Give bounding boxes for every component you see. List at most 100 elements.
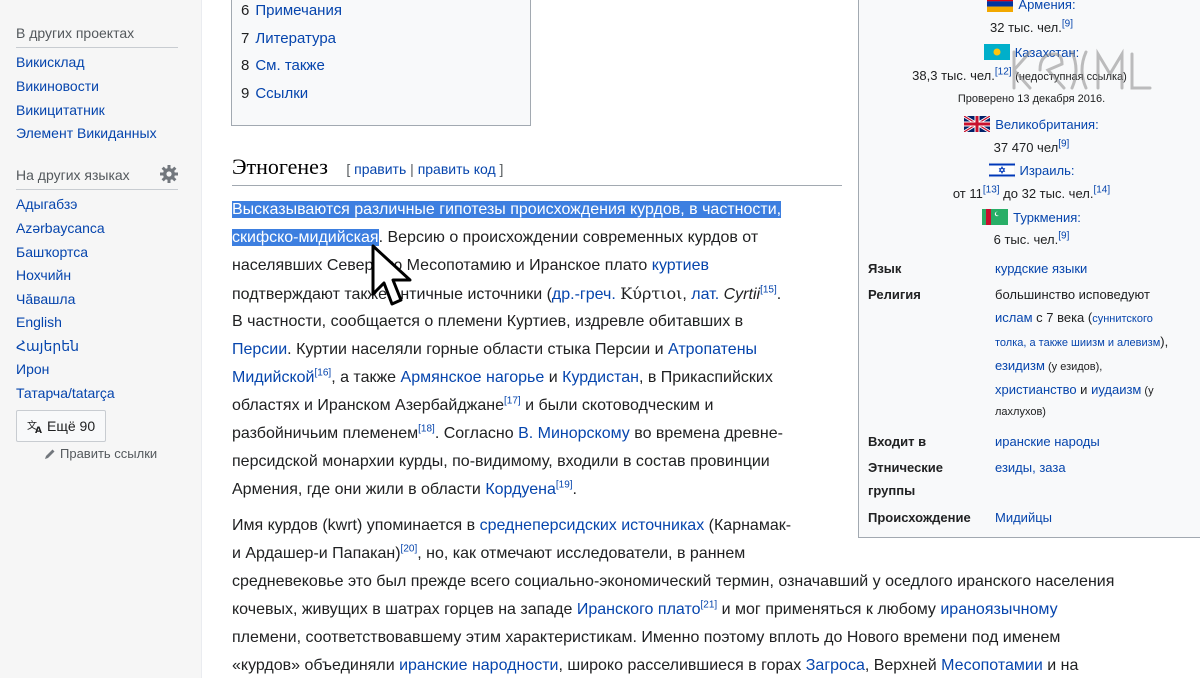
link-christianity[interactable]: христианство bbox=[995, 382, 1077, 397]
reference[interactable]: [13] bbox=[983, 185, 1000, 196]
infobox-row-turkmenistan: Туркмения: bbox=[859, 209, 1200, 225]
edit-source-link[interactable]: править код bbox=[418, 161, 496, 177]
link-ancient-greek[interactable]: др.-греч. bbox=[552, 286, 616, 303]
table-of-contents: 6 Примечания 7 Литература 8 См. также 9 Ссыл… bbox=[231, 0, 531, 126]
link-mesopotamia[interactable]: Месопотамии bbox=[941, 657, 1043, 674]
country-link[interactable]: Туркмения: bbox=[1013, 210, 1081, 225]
link-iranian-plateau[interactable]: Иранского плато bbox=[577, 601, 701, 618]
link-atropatene[interactable]: Атропатены bbox=[668, 341, 757, 358]
link-judaism[interactable]: иудаизм bbox=[1091, 382, 1141, 397]
projects-heading: В других проектах bbox=[16, 25, 135, 41]
translate-icon: 文 A bbox=[27, 419, 42, 434]
lang-link-ossetian[interactable]: Ирон bbox=[16, 361, 49, 377]
sidebar: В других проектах Викисклад Викиновости … bbox=[0, 0, 202, 678]
text-line: и Ардашер-и Папакан)[20], но, как отмеча… bbox=[232, 543, 746, 562]
lang-link-armenian[interactable]: Հայերեն bbox=[16, 338, 79, 355]
reference[interactable]: [9] bbox=[1058, 231, 1069, 242]
lang-link-chuvash[interactable]: Чăвашла bbox=[16, 291, 75, 307]
section-title: Этногенез bbox=[232, 154, 328, 179]
lang-link-english[interactable]: English bbox=[16, 314, 62, 330]
sidebar-link-commons[interactable]: Викисклад bbox=[16, 54, 85, 70]
infobox-value-religion: лахлухов) bbox=[995, 406, 1046, 418]
lang-link-azerbaijani[interactable]: Azərbaycanca bbox=[16, 220, 105, 236]
text-line: «курдов» объединяли иранские народности,… bbox=[232, 657, 1079, 674]
sidebar-link-wikinews[interactable]: Викиновости bbox=[16, 78, 99, 94]
pencil-icon bbox=[45, 449, 55, 459]
reference[interactable]: [14] bbox=[1093, 185, 1110, 196]
lang-link-bashkir[interactable]: Башҡортса bbox=[16, 244, 88, 260]
text-line: Высказываются различные гипотезы происхо… bbox=[232, 198, 782, 222]
infobox-value-language[interactable]: курдские языки bbox=[995, 261, 1087, 276]
toc-item[interactable]: 6 Примечания bbox=[241, 2, 342, 19]
reference[interactable]: [17] bbox=[504, 396, 521, 407]
lang-link-adyghe[interactable]: Адыгабзэ bbox=[16, 196, 77, 212]
text-line: средневековье это был прежде всего социа… bbox=[232, 573, 1115, 590]
toc-item[interactable]: 9 Ссылки bbox=[241, 85, 308, 102]
mouse-cursor-icon bbox=[371, 244, 412, 306]
link-minorsky[interactable]: В. Минорскому bbox=[518, 425, 630, 442]
link-iranian-speaking[interactable]: ираноязычному bbox=[940, 601, 1057, 618]
more-languages-button[interactable]: 文 A Ещё 90 bbox=[16, 410, 107, 442]
svg-text:A: A bbox=[35, 426, 42, 434]
sidebar-link-wikiquote[interactable]: Викицитатник bbox=[16, 102, 105, 118]
link-corduene[interactable]: Кордуена bbox=[485, 481, 556, 498]
link-middle-persian-sources[interactable]: среднеперсидских источниках bbox=[480, 517, 705, 534]
sidebar-divider bbox=[16, 189, 178, 190]
flag-israel-icon bbox=[988, 162, 1015, 178]
lang-link-tatar[interactable]: Татарча/tatarça bbox=[16, 385, 115, 401]
toc-item[interactable]: 7 Литература bbox=[241, 30, 336, 47]
infobox-label-ethnic: Этнические bbox=[868, 460, 944, 475]
edit-section-link[interactable]: править bbox=[354, 161, 406, 177]
reference[interactable]: [16] bbox=[315, 368, 332, 379]
infobox-count: от 11[13] до 32 тыс. чел.[14] bbox=[952, 184, 1111, 201]
link-kurdistan[interactable]: Курдистан bbox=[562, 369, 639, 386]
text-line: персидской монархии курды, по-видимому, … bbox=[232, 453, 770, 470]
more-languages-label: Ещё 90 bbox=[47, 418, 96, 434]
edit-links-label: Править ссылки bbox=[60, 446, 158, 461]
country-link[interactable]: Израиль: bbox=[1020, 163, 1075, 178]
infobox-label-part-of: Входит в bbox=[868, 434, 927, 449]
sidebar-link-wikidata[interactable]: Элемент Викиданных bbox=[16, 125, 157, 141]
flag-turkmenistan-icon bbox=[982, 209, 1009, 225]
watermark-logo-icon bbox=[1012, 48, 1152, 90]
reference[interactable]: [15] bbox=[760, 285, 777, 296]
reference[interactable]: [21] bbox=[701, 600, 718, 611]
infobox-count: 6 тыс. чел.[9] bbox=[993, 230, 1070, 247]
link-iranian-peoples[interactable]: иранские народности bbox=[399, 657, 558, 674]
text-line: В частности, сообщается о племени Куртие… bbox=[232, 313, 744, 330]
text-line: населявших Северную Месопотамию и Иранск… bbox=[232, 257, 709, 274]
infobox-value-origin[interactable]: Мидийцы bbox=[995, 510, 1052, 525]
link-islam[interactable]: ислам bbox=[995, 310, 1033, 325]
selected-text[interactable]: скифско-мидийская bbox=[232, 229, 379, 246]
country-link[interactable]: Армения: bbox=[1018, 0, 1075, 12]
link-kurtii[interactable]: куртиев bbox=[652, 257, 709, 274]
country-link[interactable]: Великобритания: bbox=[995, 117, 1098, 132]
selected-text[interactable]: Высказываются различные гипотезы происхо… bbox=[232, 201, 782, 218]
infobox-row-uk: Великобритания: bbox=[859, 116, 1200, 132]
infobox-value-part-of[interactable]: иранские народы bbox=[995, 434, 1100, 449]
reference[interactable]: [18] bbox=[418, 424, 435, 435]
gear-icon[interactable] bbox=[159, 164, 179, 184]
link-armenian-highlands[interactable]: Армянское нагорье bbox=[401, 369, 545, 386]
link-persia[interactable]: Персии bbox=[232, 341, 287, 358]
reference[interactable]: [9] bbox=[1058, 139, 1069, 150]
infobox-row-israel: Израиль: bbox=[859, 162, 1200, 178]
link-yazidism[interactable]: езидизм bbox=[995, 358, 1045, 373]
section-heading: Этногенез [ править | править код ] bbox=[232, 154, 842, 186]
infobox-label-religion: Религия bbox=[868, 287, 921, 302]
text-line: подтверждают также античные источники (д… bbox=[232, 284, 782, 303]
reference[interactable]: [20] bbox=[401, 544, 418, 555]
infobox-value-ethnic[interactable]: езиды, заза bbox=[995, 460, 1066, 475]
text-line: Персии. Куртии населяли горные области с… bbox=[232, 341, 758, 358]
languages-heading: На других языках bbox=[16, 167, 130, 183]
flag-uk-icon bbox=[964, 116, 991, 132]
link-median[interactable]: Мидийской bbox=[232, 369, 315, 386]
reference[interactable]: [9] bbox=[1062, 19, 1073, 30]
link-zagros[interactable]: Загроса bbox=[806, 657, 865, 674]
infobox-label-origin: Происхождение bbox=[868, 510, 971, 525]
reference[interactable]: [19] bbox=[556, 480, 573, 491]
link-latin[interactable]: лат. bbox=[691, 286, 719, 303]
toc-item[interactable]: 8 См. также bbox=[241, 57, 325, 74]
lang-link-chechen[interactable]: Нохчийн bbox=[16, 267, 71, 283]
edit-links[interactable]: Править ссылки bbox=[44, 446, 157, 461]
